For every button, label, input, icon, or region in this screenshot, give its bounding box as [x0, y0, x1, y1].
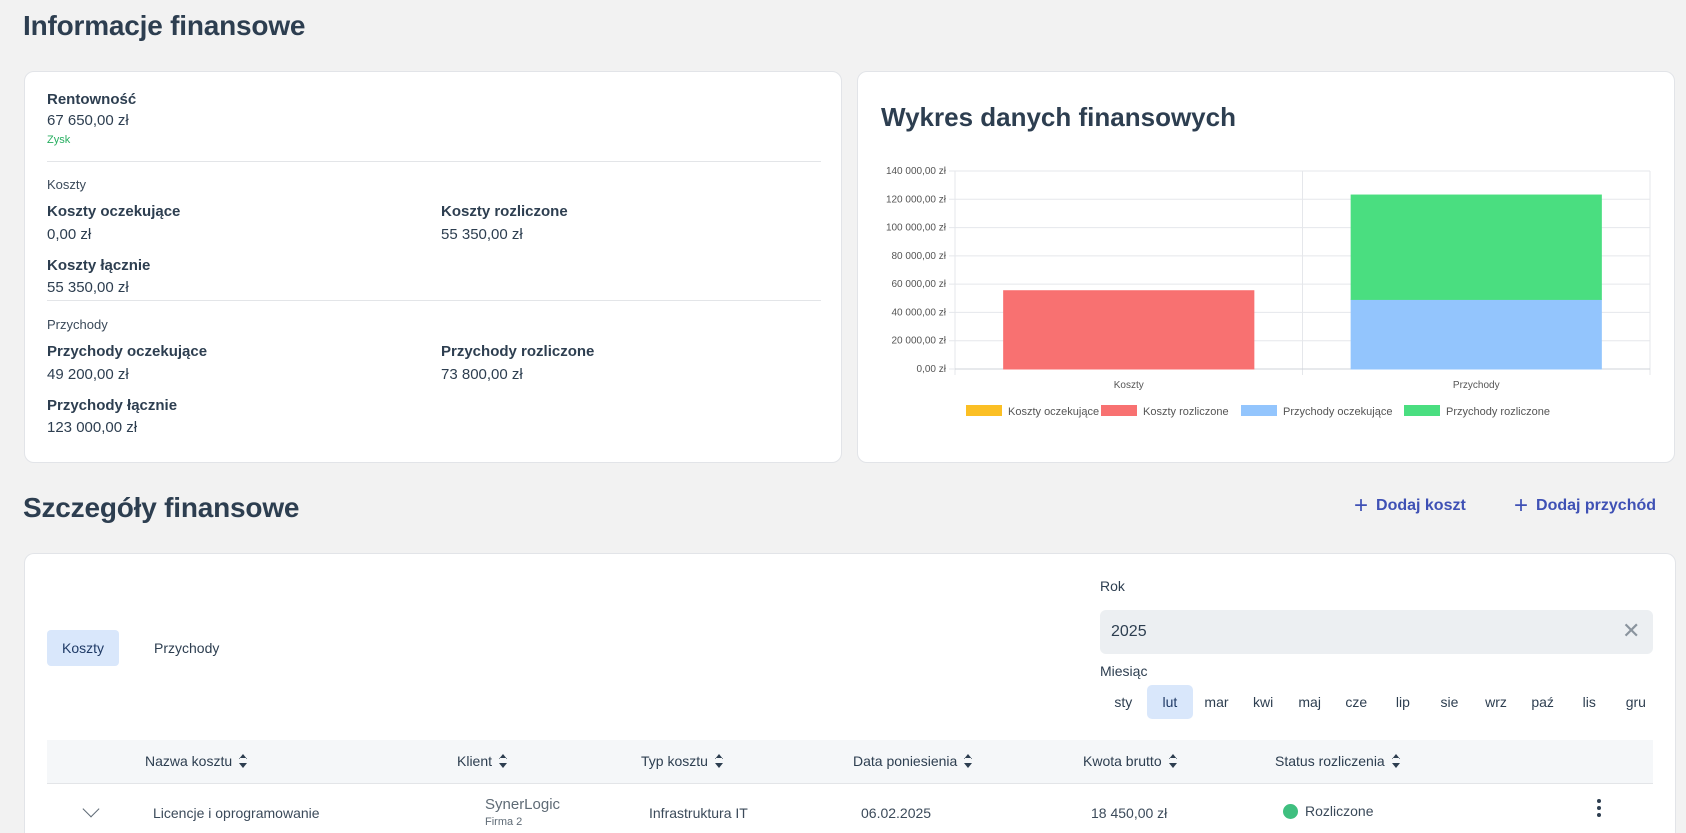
year-input[interactable]: [1100, 610, 1653, 654]
y-tick-label: 40 000,00 zł: [892, 307, 947, 318]
table-header: Nazwa kosztu Klient Typ kosztu Data poni…: [47, 740, 1653, 784]
bar-koszty-1: [1003, 290, 1255, 370]
legend-label: Przychody oczekujące: [1283, 406, 1392, 418]
rentownosc-value: 67 650,00 zł: [47, 112, 129, 129]
month-wrz[interactable]: wrz: [1473, 685, 1520, 719]
legend-swatch: [966, 405, 1002, 416]
column-header-date[interactable]: Data poniesienia: [853, 753, 973, 769]
month-mar[interactable]: mar: [1193, 685, 1240, 719]
koszty-lacznie-label: Koszty łącznie: [47, 257, 151, 274]
status-badge: Rozliczone: [1283, 803, 1373, 819]
legend-swatch: [1404, 405, 1440, 416]
month-cze[interactable]: cze: [1333, 685, 1380, 719]
close-icon[interactable]: ✕: [1622, 618, 1640, 644]
przychody-lacznie-value: 123 000,00 zł: [47, 419, 138, 436]
przychody-oczekujace-value: 49 200,00 zł: [47, 366, 129, 383]
bar-przychody-2: [1350, 298, 1602, 370]
cost-amount: 18 450,00 zł: [1091, 805, 1168, 821]
koszty-rozliczone-value: 55 350,00 zł: [441, 226, 523, 243]
koszty-oczekujace-value: 0,00 zł: [47, 226, 92, 243]
month-paź[interactable]: paź: [1519, 685, 1566, 719]
details-title: Szczegóły finansowe: [23, 492, 300, 523]
sort-icon: [1168, 754, 1178, 768]
sort-icon: [1391, 754, 1401, 768]
y-tick-label: 100 000,00 zł: [886, 223, 947, 234]
column-header-type[interactable]: Typ kosztu: [641, 753, 724, 769]
table-row[interactable]: Licencje i oprogramowanie SynerLogic Fir…: [47, 785, 1653, 833]
tab-przychody[interactable]: Przychody: [139, 630, 234, 666]
divider: [47, 161, 821, 162]
sort-icon: [963, 754, 973, 768]
koszty-rozliczone-label: Koszty rozliczone: [441, 203, 568, 220]
y-tick-label: 80 000,00 zł: [892, 251, 947, 262]
koszty-oczekujace-label: Koszty oczekujące: [47, 203, 181, 220]
legend-label: Koszty oczekujące: [1008, 406, 1099, 418]
month-label: Miesiąc: [1100, 663, 1148, 679]
koszty-section-label: Koszty: [47, 177, 87, 192]
przychody-rozliczone-label: Przychody rozliczone: [441, 343, 595, 360]
przychody-rozliczone-value: 73 800,00 zł: [441, 366, 523, 383]
cost-type: Infrastruktura IT: [649, 805, 748, 821]
przychody-section-label: Przychody: [47, 317, 108, 332]
add-cost-button[interactable]: + Dodaj koszt: [1354, 492, 1466, 519]
financial-chart-card: Wykres danych finansowych 0,00 zł 20 000,…: [857, 71, 1675, 463]
financial-bar-chart: 0,00 zł 20 000,00 zł 40 000,00 zł 60 000,00…: [886, 166, 1651, 418]
cost-name: Licencje i oprogramowanie: [153, 805, 320, 821]
column-header-amount[interactable]: Kwota brutto: [1083, 753, 1178, 769]
cost-date: 06.02.2025: [861, 805, 932, 821]
divider: [47, 300, 821, 301]
plus-icon: +: [1514, 492, 1529, 519]
rentownosc-label: Rentowność: [47, 91, 137, 108]
month-sty[interactable]: sty: [1100, 685, 1147, 719]
client-name: SynerLogic: [485, 796, 561, 813]
plus-icon: +: [1354, 492, 1369, 519]
przychody-oczekujace-label: Przychody oczekujące: [47, 343, 208, 360]
legend-label: Koszty rozliczone: [1143, 406, 1229, 418]
legend-swatch: [1101, 405, 1137, 416]
sort-icon: [714, 754, 724, 768]
month-lis[interactable]: lis: [1566, 685, 1613, 719]
month-lip[interactable]: lip: [1380, 685, 1427, 719]
y-tick-label: 140 000,00 zł: [886, 166, 947, 177]
add-income-button[interactable]: + Dodaj przychód: [1514, 492, 1656, 519]
client-company: Firma 2: [485, 816, 523, 828]
month-picker: sty lut mar kwi maj cze lip sie wrz paź lis gru: [1100, 685, 1660, 719]
koszty-lacznie-value: 55 350,00 zł: [47, 279, 129, 296]
y-tick-label: 60 000,00 zł: [892, 279, 947, 290]
month-lut[interactable]: lut: [1146, 685, 1194, 719]
month-sie[interactable]: sie: [1426, 685, 1473, 719]
przychody-lacznie-label: Przychody łącznie: [47, 397, 178, 414]
chevron-down-icon[interactable]: [82, 800, 100, 818]
column-header-client[interactable]: Klient: [457, 753, 508, 769]
y-tick-label: 120 000,00 zł: [886, 194, 947, 205]
month-gru[interactable]: gru: [1613, 685, 1660, 719]
status-dot-icon: [1283, 803, 1298, 819]
financial-details-card: Koszty Przychody Rok ✕ Miesiąc stylutmar…: [24, 553, 1676, 833]
month-maj[interactable]: maj: [1286, 685, 1333, 719]
y-tick-label: 0,00 zł: [917, 364, 947, 375]
legend-label: Przychody rozliczone: [1446, 406, 1550, 418]
bar-przychody-3: [1350, 194, 1602, 300]
sort-icon: [498, 754, 508, 768]
rentownosc-status: Zysk: [47, 134, 71, 146]
y-tick-label: 20 000,00 zł: [892, 336, 947, 347]
page-title: Informacje finansowe: [23, 10, 306, 41]
x-tick-label: Koszty: [1114, 380, 1144, 391]
x-tick-label: Przychody: [1453, 380, 1500, 391]
sort-icon: [238, 754, 248, 768]
more-options-icon[interactable]: [1595, 797, 1603, 819]
legend-swatch: [1241, 405, 1277, 416]
year-label: Rok: [1100, 578, 1125, 594]
column-header-name[interactable]: Nazwa kosztu: [145, 753, 248, 769]
financial-info-card: Rentowność 67 650,00 zł Zysk Koszty Kosz…: [24, 71, 842, 463]
tab-koszty[interactable]: Koszty: [47, 630, 120, 666]
month-kwi[interactable]: kwi: [1240, 685, 1287, 719]
column-header-status[interactable]: Status rozliczenia: [1275, 753, 1401, 769]
